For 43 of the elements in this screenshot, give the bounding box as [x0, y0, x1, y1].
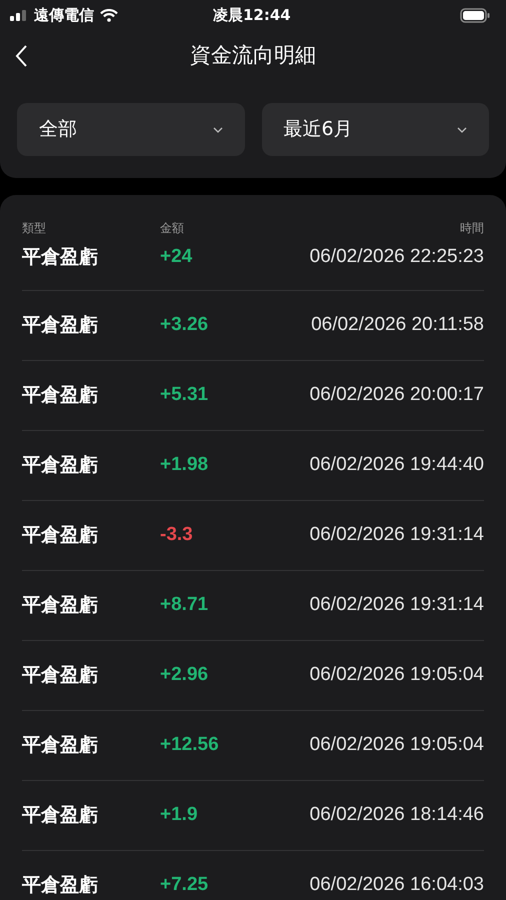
- transaction-type: 平倉盈虧: [22, 593, 99, 618]
- battery-icon: [460, 8, 490, 22]
- timestamp: 06/02/2026 18:14:46: [310, 803, 484, 828]
- transaction-type: 平倉盈虧: [22, 453, 99, 478]
- timestamp: 06/02/2026 19:05:04: [310, 733, 484, 758]
- transaction-type: 平倉盈虧: [22, 873, 99, 898]
- carrier-name: 遠傳電信: [34, 4, 94, 26]
- transaction-type: 平倉盈虧: [22, 663, 99, 688]
- transaction-type: 平倉盈虧: [22, 245, 99, 270]
- transaction-type: 平倉盈虧: [22, 733, 99, 758]
- filter-dropdown[interactable]: 最近6月: [262, 103, 489, 156]
- clock: 凌晨12:44: [213, 4, 291, 26]
- amount: +1.98: [160, 453, 210, 478]
- amount: +3.26: [160, 313, 210, 338]
- timestamp: 06/02/2026 19:05:04: [310, 663, 484, 688]
- timestamp: 06/02/2026 19:31:14: [310, 593, 484, 618]
- transaction-type: 平倉盈虧: [22, 313, 99, 338]
- timestamp: 06/02/2026 19:44:40: [310, 453, 484, 478]
- transaction-type: 平倉盈虧: [22, 383, 99, 408]
- back-icon[interactable]: [14, 44, 28, 68]
- amount: +12.56: [160, 733, 220, 758]
- wifi-icon: [100, 8, 118, 22]
- timestamp: 06/02/2026 22:25:23: [310, 245, 484, 269]
- amount: +2.96: [160, 663, 210, 688]
- column-header: 金額: [160, 220, 185, 237]
- amount: +1.9: [160, 803, 199, 828]
- timestamp: 06/02/2026 20:11:58: [311, 313, 484, 338]
- amount: +8.71: [160, 593, 210, 618]
- amount: +24: [160, 245, 194, 269]
- column-header: 類型: [22, 220, 47, 237]
- transaction-type: 平倉盈虧: [22, 523, 99, 548]
- filter-dropdown[interactable]: 全部: [17, 103, 244, 156]
- amount: +5.31: [160, 383, 210, 408]
- timestamp: 06/02/2026 20:00:17: [310, 383, 484, 408]
- amount: +7.25: [160, 873, 210, 898]
- chevron-down-icon: [212, 126, 222, 132]
- chevron-down-icon: [457, 126, 467, 132]
- transaction-type: 平倉盈虧: [22, 803, 99, 828]
- column-header: 時間: [460, 220, 484, 237]
- timestamp: 06/02/2026 16:04:03: [310, 873, 484, 898]
- amount: -3.3: [160, 523, 194, 548]
- page-title: 資金流向明細: [190, 42, 316, 70]
- timestamp: 06/02/2026 19:31:14: [310, 523, 484, 548]
